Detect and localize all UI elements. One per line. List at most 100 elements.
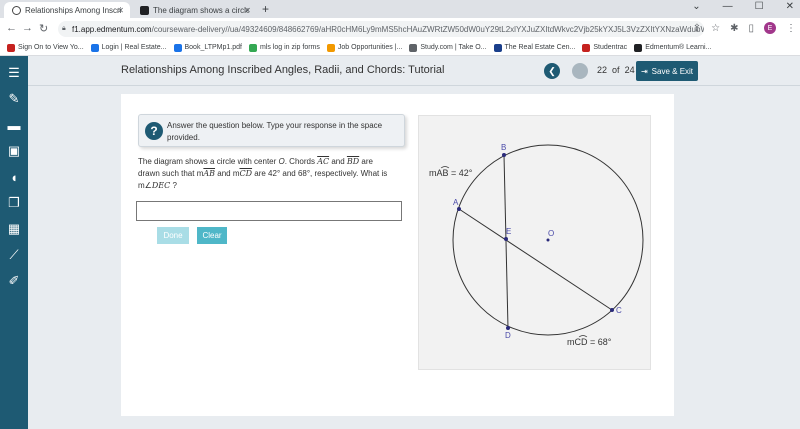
page-current: 22 bbox=[597, 65, 608, 75]
bookmark-item[interactable]: Book_LTPMp1.pdf bbox=[173, 43, 242, 52]
extensions-icon[interactable]: ✱ bbox=[730, 23, 738, 34]
tab-close-icon[interactable]: ✕ bbox=[244, 6, 251, 15]
list-icon[interactable]: ☰ bbox=[5, 64, 23, 82]
instructions-text: Answer the question below. Type your res… bbox=[167, 121, 383, 142]
bookmark-star-icon[interactable]: ☆ bbox=[711, 23, 720, 34]
point-b bbox=[502, 153, 506, 157]
arc-cd-label: mCD = 68° bbox=[567, 337, 612, 347]
folder-icon[interactable]: ▬ bbox=[5, 116, 23, 134]
bookmark-favicon-icon bbox=[90, 43, 99, 52]
circle-diagram-svg: A B C D E O mAB = 42° mCD = 68° bbox=[429, 143, 644, 347]
text-reader-icon[interactable]: ▣ bbox=[5, 142, 23, 160]
save-exit-button[interactable]: ⇥ Save & Exit bbox=[636, 61, 698, 81]
bookmark-label: Studentrac bbox=[593, 44, 628, 51]
bookmark-label: Sign On to View Yo... bbox=[18, 44, 84, 51]
maximize-icon[interactable]: ☐ bbox=[755, 1, 764, 12]
tab-title: Relationships Among Inscribed A bbox=[25, 5, 121, 15]
point-e bbox=[504, 237, 508, 241]
edit-icon[interactable]: ✎ bbox=[5, 90, 23, 108]
profile-avatar[interactable]: E bbox=[764, 22, 776, 34]
bookmark-favicon-icon bbox=[409, 43, 418, 52]
arc-ab-label: mAB = 42° bbox=[429, 168, 473, 178]
sidepanel-icon[interactable]: ▯ bbox=[748, 23, 754, 34]
bookmark-item[interactable]: The Real Estate Cen... bbox=[493, 43, 575, 52]
close-window-icon[interactable]: ✕ bbox=[786, 1, 794, 12]
clear-button[interactable]: Clear bbox=[197, 227, 227, 244]
bookmark-item[interactable]: Study.com | Take O... bbox=[409, 43, 487, 52]
question-card: ? Answer the question below. Type your r… bbox=[121, 94, 674, 416]
bookmark-favicon-icon bbox=[634, 43, 643, 52]
bookmark-item[interactable]: Login | Real Estate... bbox=[90, 43, 167, 52]
label-o: O bbox=[548, 229, 554, 238]
answer-input[interactable] bbox=[136, 201, 402, 221]
calculator-icon[interactable]: ▦ bbox=[5, 220, 23, 238]
bookmark-label: Book_LTPMp1.pdf bbox=[184, 44, 242, 51]
previous-page-button[interactable]: ❮ bbox=[544, 63, 560, 79]
lock-icon: 🔒︎ bbox=[62, 25, 66, 32]
page-total: 24 bbox=[624, 65, 635, 75]
question-text: The diagram shows a circle with center O… bbox=[138, 157, 388, 190]
point-c bbox=[610, 308, 614, 312]
forward-icon[interactable]: → bbox=[22, 22, 33, 34]
tool-sidebar: ☰ ✎ ▬ ▣ ◖ ❐ ▦ ⟋ ✐ bbox=[0, 56, 28, 429]
browser-toolbar: ← → ↻ 🔒︎ f1.app.edmentum.com/courseware-… bbox=[0, 18, 800, 40]
instructions-box: ? Answer the question below. Type your r… bbox=[138, 114, 405, 147]
reload-icon[interactable]: ↻ bbox=[39, 22, 48, 35]
exit-icon: ⇥ bbox=[640, 66, 648, 76]
save-exit-label: Save & Exit bbox=[651, 66, 694, 76]
toolbar-actions: ⇪ ☆ ✱ ▯ E ⋮ bbox=[693, 22, 796, 34]
url-path: /courseware-delivery//ua/49324609/848662… bbox=[151, 24, 704, 34]
bookmark-favicon-icon bbox=[582, 43, 591, 52]
bookmark-favicon-icon bbox=[140, 5, 149, 15]
bookmark-label: Login | Real Estate... bbox=[101, 44, 167, 51]
bookmark-label: Job Opportunities |... bbox=[337, 44, 403, 51]
bookmarks-bar: Sign On to View Yo... Login | Real Estate… bbox=[0, 40, 800, 56]
share-icon[interactable]: ⇪ bbox=[693, 23, 701, 34]
point-a bbox=[457, 207, 461, 211]
browser-tab[interactable]: The diagram shows a circle with c ✕ bbox=[132, 2, 257, 18]
window-controls: ⌄ — ☐ ✕ bbox=[692, 1, 794, 12]
question-mark-icon: ? bbox=[145, 122, 163, 140]
bookmark-item[interactable]: Sign On to View Yo... bbox=[7, 43, 84, 52]
point-d bbox=[506, 326, 510, 330]
bookmark-favicon-icon bbox=[173, 43, 182, 52]
browser-tab-strip: Relationships Among Inscribed A ✕ The di… bbox=[0, 0, 800, 18]
tab-close-icon[interactable]: ✕ bbox=[117, 6, 124, 15]
bookmark-label: Study.com | Take O... bbox=[420, 44, 487, 51]
minimize-icon[interactable]: — bbox=[723, 1, 733, 12]
done-button[interactable]: Done bbox=[157, 227, 189, 244]
edmentum-favicon-icon bbox=[12, 5, 21, 15]
label-d: D bbox=[505, 331, 511, 340]
chord-ac bbox=[458, 208, 613, 311]
new-tab-icon[interactable]: + bbox=[262, 2, 269, 16]
pencil-icon[interactable]: ✐ bbox=[5, 272, 23, 290]
label-b: B bbox=[501, 143, 506, 152]
label-e: E bbox=[506, 227, 511, 236]
page-indicator: 22 of 24 bbox=[597, 65, 635, 75]
page-of: of bbox=[612, 65, 620, 75]
menu-icon[interactable]: ⋮ bbox=[786, 23, 796, 34]
tab-search-icon[interactable]: ⌄ bbox=[692, 1, 700, 12]
bookmark-favicon-icon bbox=[248, 43, 257, 52]
lesson-title: Relationships Among Inscribed Angles, Ra… bbox=[121, 64, 445, 76]
bookmark-item[interactable]: Edmentum® Learni... bbox=[634, 43, 712, 52]
bookmark-favicon-icon bbox=[7, 43, 15, 52]
address-bar[interactable]: 🔒︎ f1.app.edmentum.com/courseware-delive… bbox=[58, 21, 704, 37]
help-icon[interactable]: ❐ bbox=[5, 194, 23, 212]
bookmark-item[interactable]: Job Opportunities |... bbox=[326, 43, 403, 52]
tab-title: The diagram shows a circle with c bbox=[153, 5, 249, 15]
bookmark-item[interactable]: Studentrac bbox=[582, 43, 628, 52]
lesson-header: Relationships Among Inscribed Angles, Ra… bbox=[28, 56, 800, 86]
graph-icon[interactable]: ⟋ bbox=[5, 246, 23, 264]
audio-icon[interactable]: ◖ bbox=[5, 168, 23, 186]
bookmark-favicon-icon bbox=[493, 43, 502, 52]
bookmark-item[interactable]: mls log in zip forms bbox=[248, 43, 320, 52]
label-c: C bbox=[616, 306, 622, 315]
next-page-button[interactable] bbox=[572, 63, 588, 79]
point-o bbox=[546, 238, 550, 242]
bookmark-label: mls log in zip forms bbox=[259, 44, 320, 51]
bookmark-label: Edmentum® Learni... bbox=[645, 44, 712, 51]
label-a: A bbox=[453, 198, 459, 207]
back-icon[interactable]: ← bbox=[6, 22, 17, 34]
browser-tab-active[interactable]: Relationships Among Inscribed A ✕ bbox=[4, 2, 130, 18]
